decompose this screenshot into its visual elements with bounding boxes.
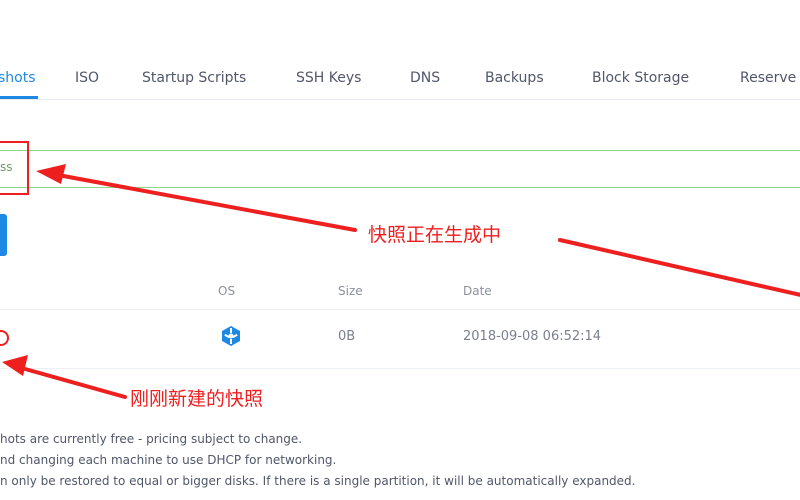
note-restore: n only be restored to equal or bigger di… [0, 474, 636, 488]
header-divider [0, 309, 800, 310]
column-header-date: Date [463, 284, 492, 298]
tab-divider [0, 99, 800, 100]
tab-startup-scripts[interactable]: Startup Scripts [142, 70, 246, 86]
row-divider [0, 368, 800, 369]
tab-backups[interactable]: Backups [485, 70, 544, 86]
tab-bar: shots ISO Startup Scripts SSH Keys DNS B… [0, 0, 800, 100]
tab-ssh-keys[interactable]: SSH Keys [296, 70, 361, 86]
snapshot-size: 0B [338, 329, 356, 344]
tab-dns[interactable]: DNS [410, 70, 440, 86]
column-header-os: OS [218, 284, 236, 298]
annotation-in-progress: 快照正在生成中 [368, 224, 502, 246]
note-pricing: hots are currently free - pricing subjec… [0, 432, 303, 446]
snowflake-os-icon [219, 325, 243, 347]
column-header-size: Size [338, 284, 363, 298]
add-snapshot-button[interactable] [0, 214, 7, 256]
arrow-head-snapshot [2, 355, 28, 376]
snapshot-date: 2018-09-08 06:52:14 [463, 329, 602, 344]
status-highlight-box [0, 141, 29, 195]
tab-block-storage[interactable]: Block Storage [592, 70, 689, 86]
tab-iso[interactable]: ISO [75, 70, 99, 86]
arrow-line-right [558, 238, 800, 297]
tab-reserved-ips[interactable]: Reserve [740, 70, 796, 86]
note-dhcp: nd changing each machine to use DHCP for… [0, 453, 337, 467]
snapshot-progress-bar [0, 150, 800, 188]
tab-snapshots[interactable]: shots [0, 70, 36, 86]
arrow-line-snapshot [16, 365, 127, 399]
row-highlight-circle [0, 330, 9, 346]
annotation-new-snapshot: 刚刚新建的快照 [130, 388, 264, 410]
